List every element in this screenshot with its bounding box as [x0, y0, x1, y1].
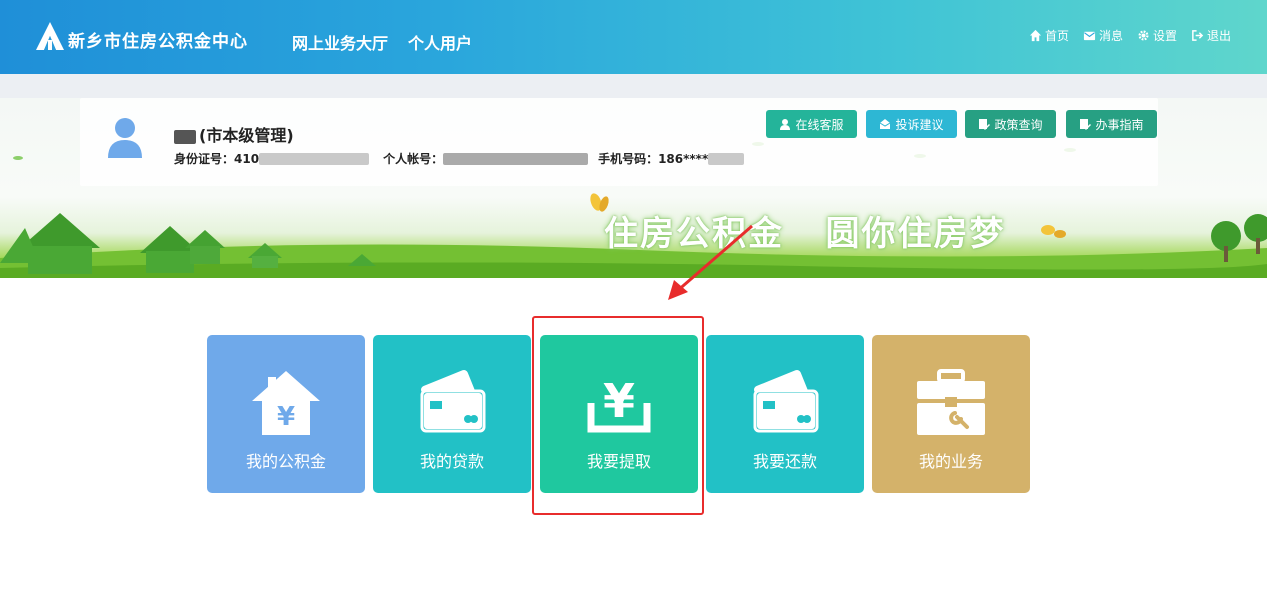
complaint-label: 投诉建议	[895, 117, 944, 132]
butterfly-icon	[1041, 225, 1066, 238]
brand-title: 新乡市住房公积金中心	[68, 32, 248, 52]
card-icon	[753, 370, 819, 433]
phone-label: 手机号码：186****	[598, 152, 709, 166]
annotation-arrow	[668, 224, 753, 300]
banner: (市本级管理) 身份证号：410 个人帐号： 手机号码：186**** 在线客服…	[0, 98, 1267, 278]
redacted-name	[174, 129, 196, 144]
logo-icon	[36, 22, 64, 50]
menu-home[interactable]: 首页	[1029, 27, 1069, 44]
user-name: (市本级管理)	[174, 122, 294, 146]
toolbox-icon	[917, 369, 985, 435]
redacted-account	[443, 152, 589, 165]
guide-icon	[1080, 119, 1092, 130]
customer-service-icon	[780, 119, 791, 130]
logout-icon	[1192, 30, 1204, 41]
user-role: (市本级管理)	[199, 126, 294, 145]
complaint-icon	[880, 119, 891, 129]
svg-text:¥: ¥	[277, 402, 295, 432]
house-icon	[20, 213, 100, 274]
card-icon	[420, 370, 486, 433]
mail-icon	[1083, 31, 1096, 41]
tile-my-fund[interactable]: ¥ 我的公积金	[207, 335, 365, 493]
service-guide-button[interactable]: 办事指南	[1066, 110, 1157, 138]
annotation-highlight-box	[532, 316, 704, 515]
profile-card: (市本级管理) 身份证号：410 个人帐号： 手机号码：186**** 在线客服…	[80, 98, 1158, 186]
menu-logout[interactable]: 退出	[1191, 27, 1231, 44]
menu-logout-label: 退出	[1206, 29, 1231, 43]
home-icon	[1029, 29, 1042, 42]
tile-my-loan-label: 我的贷款	[419, 452, 484, 471]
menu-messages[interactable]: 消息	[1083, 27, 1123, 44]
gear-icon	[1138, 30, 1149, 41]
online-service-button[interactable]: 在线客服	[766, 110, 857, 138]
policy-icon	[979, 119, 991, 130]
top-header: 新乡市住房公积金中心 网上业务大厅 个人用户 首页 消息 设置 退出	[0, 0, 1267, 74]
tile-my-business-label: 我的业务	[918, 452, 983, 471]
menu-settings-label: 设置	[1152, 29, 1177, 43]
redacted-id	[259, 152, 370, 165]
nav-personal-user[interactable]: 个人用户	[408, 30, 472, 54]
tile-repay-label: 我要还款	[752, 452, 817, 471]
user-info: 身份证号：410 个人帐号： 手机号码：186****	[174, 150, 745, 167]
tile-my-loan[interactable]: 我的贷款	[373, 335, 531, 493]
account-label: 个人帐号：	[383, 152, 444, 166]
policy-query-button[interactable]: 政策查询	[965, 110, 1056, 138]
nav-online-hall[interactable]: 网上业务大厅	[292, 30, 388, 54]
tile-repay[interactable]: 我要还款	[706, 335, 864, 493]
house-yuan-icon: ¥	[252, 371, 320, 435]
tile-my-fund-label: 我的公积金	[245, 452, 326, 471]
policy-query-label: 政策查询	[994, 117, 1043, 132]
online-service-label: 在线客服	[795, 117, 844, 132]
top-menu: 首页 消息 设置 退出	[1029, 27, 1231, 44]
complaint-button[interactable]: 投诉建议	[866, 110, 957, 138]
service-guide-label: 办事指南	[1095, 117, 1144, 132]
menu-home-label: 首页	[1044, 29, 1069, 43]
menu-settings[interactable]: 设置	[1137, 27, 1177, 44]
redacted-phone	[708, 152, 745, 165]
tile-my-business[interactable]: 我的业务	[872, 335, 1030, 493]
header-divider	[0, 74, 1267, 98]
menu-messages-label: 消息	[1098, 29, 1123, 43]
id-number-label: 身份证号：410	[174, 152, 260, 166]
avatar-icon	[108, 118, 142, 158]
